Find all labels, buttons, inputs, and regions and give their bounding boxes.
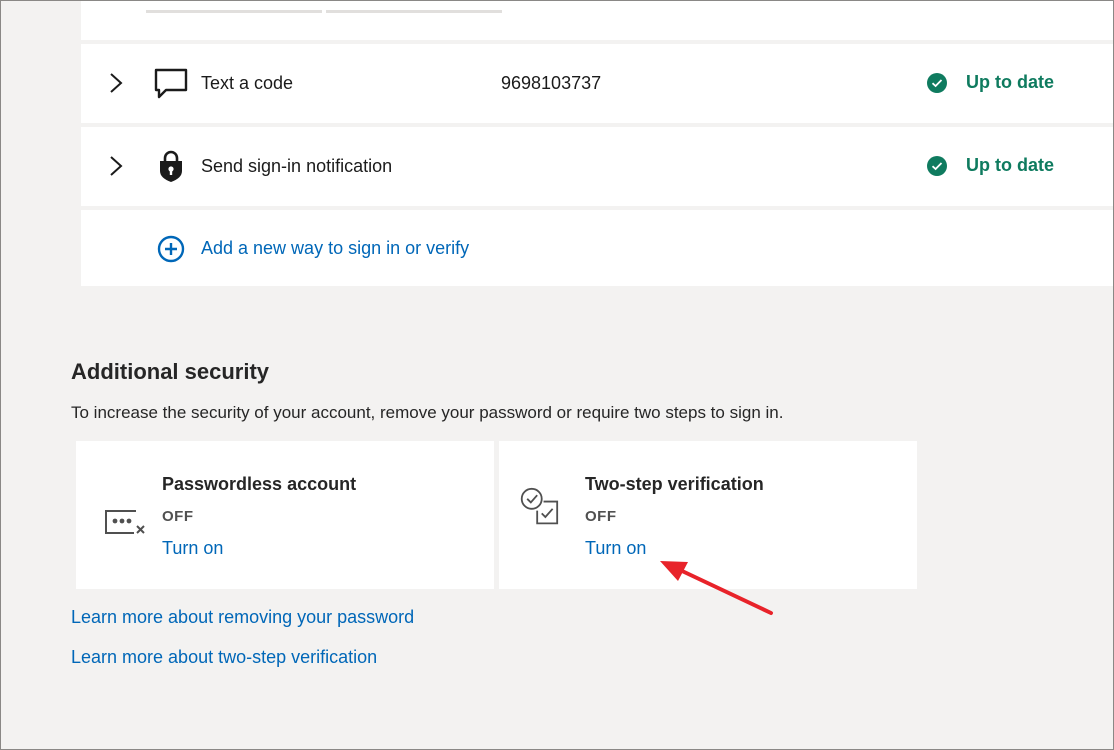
method-label: Send sign-in notification (201, 156, 393, 176)
check-circle-icon (927, 155, 947, 176)
method-phone-number: 9698103737 (501, 73, 602, 93)
passwordless-account-card: Passwordless account OFF Turn on (76, 441, 494, 589)
add-sign-in-method-link[interactable]: Add a new way to sign in or verify (201, 238, 469, 259)
annotation-arrow-icon (660, 561, 773, 615)
chevron-right-icon[interactable] (107, 72, 125, 94)
card-state: OFF (585, 508, 617, 525)
previous-card-remnant (81, 0, 1114, 40)
lock-shield-icon (160, 150, 182, 182)
card-title: Passwordless account (162, 474, 357, 494)
status-text: Up to date (966, 72, 1054, 92)
check-circle-icon (927, 72, 947, 93)
card-title: Two-step verification (585, 474, 764, 494)
speech-bubble-icon (154, 68, 188, 99)
chevron-right-icon[interactable] (107, 155, 125, 177)
status-text: Up to date (966, 155, 1054, 175)
learn-more-two-step-link[interactable]: Learn more about two-step verification (71, 647, 377, 668)
two-step-turn-on-link[interactable]: Turn on (585, 538, 646, 559)
passwordless-turn-on-link[interactable]: Turn on (162, 538, 223, 559)
two-step-check-icon (520, 487, 559, 525)
card-state: OFF (162, 508, 194, 525)
status-badge: Up to date (927, 72, 1054, 93)
sign-in-method-row-notification[interactable]: Send sign-in notification Up to date (81, 127, 1114, 206)
learn-more-remove-password-link[interactable]: Learn more about removing your password (71, 607, 414, 628)
method-label: Text a code (201, 73, 294, 93)
add-method-row: Add a new way to sign in or verify (81, 210, 1114, 286)
status-badge: Up to date (927, 155, 1054, 176)
sign-in-method-row-text-code[interactable]: Text a code 9698103737 Up to date (81, 44, 1114, 123)
plus-circle-icon[interactable] (157, 235, 185, 263)
password-dots-icon (105, 510, 145, 534)
top-tab-stubs (146, 0, 502, 13)
section-title: Additional security (71, 359, 270, 384)
section-description: To increase the security of your account… (71, 403, 784, 422)
